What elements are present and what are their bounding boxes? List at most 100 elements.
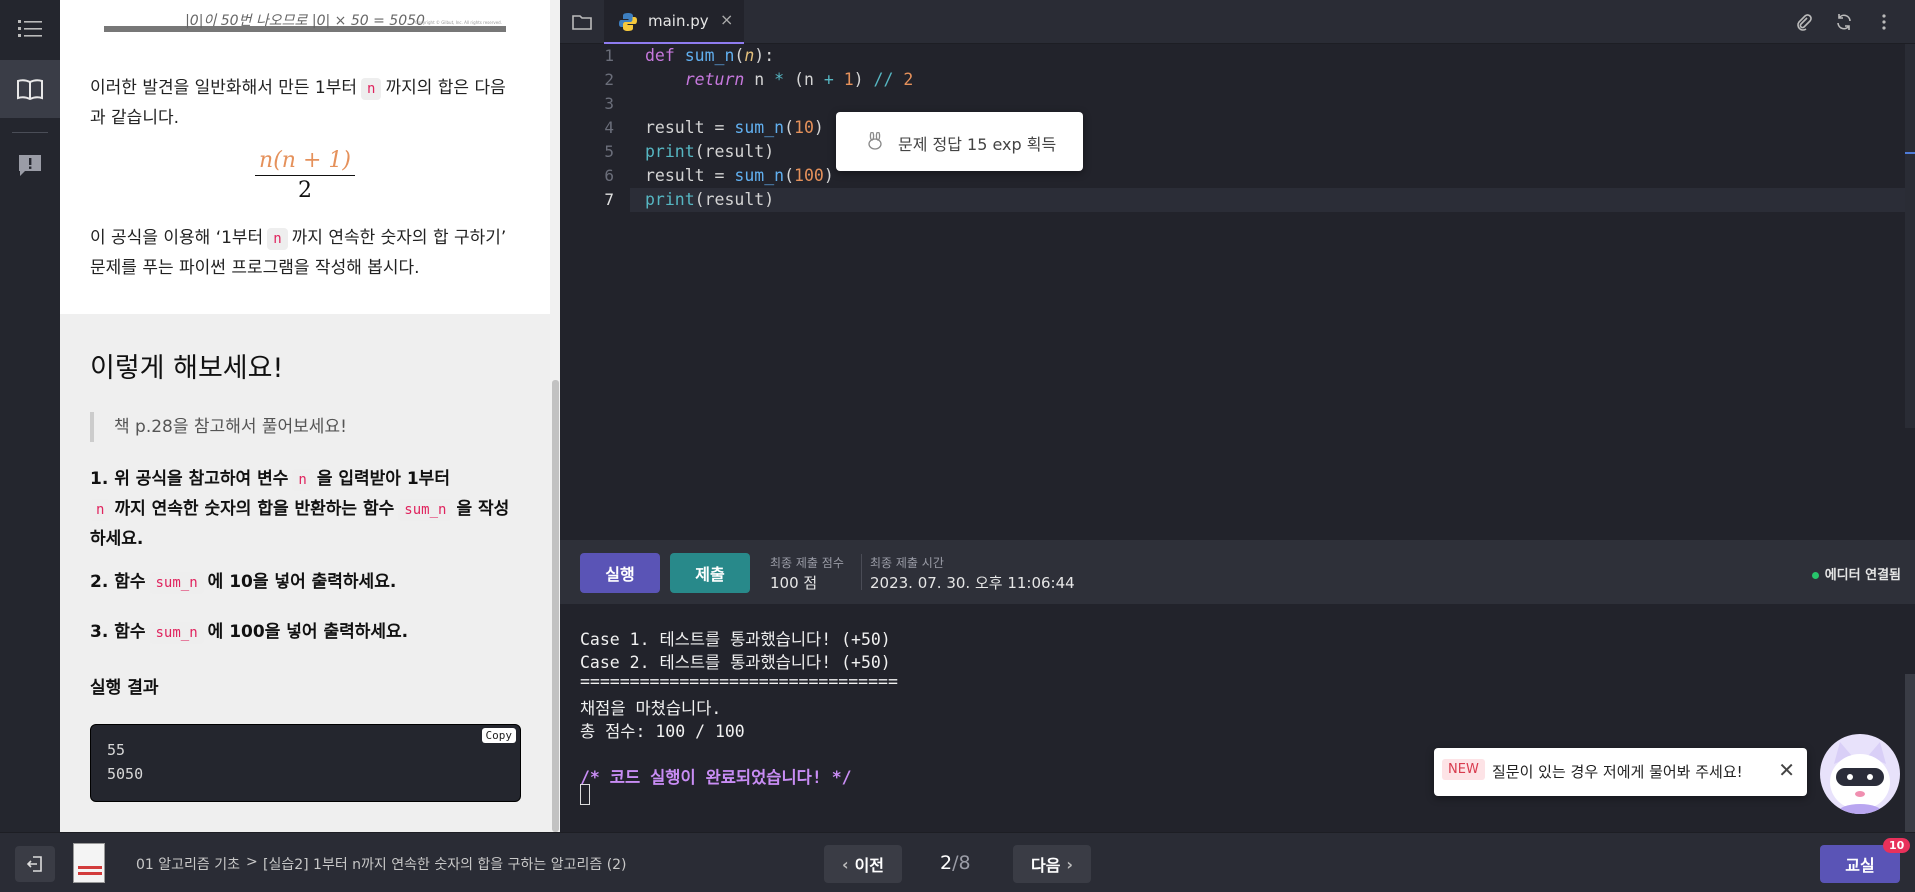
breadcrumb-separator: >: [246, 854, 258, 870]
submit-time-label: 최종 제출 시간: [870, 556, 944, 570]
console-scrollbar[interactable]: [1905, 674, 1915, 832]
python-icon: [618, 12, 638, 36]
console-line: 채점을 마쳤습니다.: [580, 699, 722, 718]
chevron-left-icon: ‹: [841, 854, 849, 874]
book-cover-thumbnail: [73, 843, 105, 883]
assistant-chat-bubble[interactable]: NEW 질문이 있는 경우 저에게 물어봐 주세요! ✕: [1434, 748, 1807, 796]
book-icon[interactable]: [0, 60, 60, 118]
formula-denominator: 2: [298, 178, 312, 203]
console-line: Case 1. 테스트를 통과했습니다! (+50): [580, 630, 891, 649]
result-output-box: Copy 55 5050: [90, 724, 521, 802]
prev-button[interactable]: ‹ 이전: [824, 845, 902, 883]
score-label: 최종 제출 점수: [770, 556, 844, 570]
notification-badge: 10: [1883, 838, 1911, 853]
input-caret[interactable]: [580, 784, 590, 805]
task-2: 2. 함수 sum_n 에 10을 넣어 출력하세요.: [90, 572, 397, 594]
console-line: 총 점수: 100 / 100: [580, 722, 745, 741]
task-1: 1. 위 공식을 참고하여 변수 n 을 입력받아 1부터 n 까지 연속한 숫자의 합…: [90, 469, 510, 549]
output-console[interactable]: Case 1. 테스트를 통과했습니다! (+50) Case 2. 테스트를 …: [560, 604, 1915, 832]
line-number: 3: [604, 94, 614, 113]
lesson-paragraph-2: 이 공식을 이용해 ‘1부터 n 까지 연속한 숫자의 합 구하기’ 문제를 푸는 …: [90, 228, 507, 278]
result-line: 5050: [107, 765, 144, 783]
illustration-copyright: Copyright © Gilbut, Inc. All rights rese…: [415, 20, 502, 25]
result-line: 55: [107, 741, 126, 759]
code-line-2: return n * (n + 1) // 2: [684, 70, 914, 89]
submit-button[interactable]: 제출: [670, 553, 750, 593]
line-number: 2: [604, 70, 614, 89]
illustration-image: |0|이 50번 나오므로 |0| × 50 = 5050 Copyright …: [104, 10, 506, 32]
console-line: Case 2. 테스트를 통과했습니다! (+50): [580, 653, 891, 672]
line-number: 5: [604, 142, 614, 161]
attach-icon[interactable]: [1792, 10, 1816, 34]
lesson-scroll-thumb[interactable]: [552, 380, 559, 832]
refresh-icon[interactable]: [1832, 10, 1856, 34]
try-it-section: 이렇게 해보세요! 책 p.28을 참고해서 풀어보세요! 1. 위 공식을 참…: [60, 314, 550, 832]
toast-text: 문제 정답 15 exp 획득: [898, 135, 1057, 154]
mascot-avatar-icon[interactable]: [1820, 734, 1900, 814]
line-number: 1: [604, 46, 614, 65]
next-button[interactable]: 다음 ›: [1013, 845, 1091, 883]
inline-code-n: n: [267, 228, 288, 250]
console-line: ================================: [580, 672, 898, 691]
toc-icon[interactable]: [0, 0, 60, 58]
lesson-panel: |0|이 50번 나오므로 |0| × 50 = 5050 Copyright …: [60, 0, 560, 832]
rabbit-icon: [866, 131, 884, 154]
close-icon[interactable]: ✕: [1778, 758, 1795, 782]
line-number: 6: [604, 166, 614, 185]
inline-code-n: n: [292, 469, 313, 491]
current-line-highlight: [630, 188, 1905, 212]
folder-icon[interactable]: [560, 0, 604, 44]
code-line-7: print(result): [645, 190, 775, 209]
editor-scrollbar[interactable]: [1905, 44, 1915, 428]
inline-code-sum-n: sum_n: [149, 572, 204, 594]
new-badge: NEW: [1442, 759, 1485, 780]
chat-prompt-text: 질문이 있는 경우 저에게 물어봐 주세요!: [1492, 763, 1743, 781]
code-editor[interactable]: 1 2 3 4 5 6 7 def sum_n(n): return n * (…: [560, 44, 1915, 540]
page-total: /8: [952, 852, 971, 874]
lesson-scrollbar[interactable]: [550, 0, 560, 832]
try-it-title: 이렇게 해보세요!: [90, 353, 284, 384]
line-number: 7: [604, 190, 614, 209]
scroll-marker: [1905, 152, 1915, 154]
run-toolbar: 실행 제출 최종 제출 점수 100 점 최종 제출 시간 2023. 07. …: [560, 540, 1915, 604]
run-button[interactable]: 실행: [580, 553, 660, 593]
inline-code-sum-n: sum_n: [398, 499, 453, 521]
illustration-caption: |0|이 50번 나오므로 |0| × 50 = 5050: [185, 13, 425, 29]
breadcrumb-lesson[interactable]: [실습2] 1부터 n까지 연속한 숫자의 합을 구하는 알고리즘 (2): [263, 854, 627, 874]
sum-formula: n(n + 1) 2: [60, 148, 550, 203]
copy-button[interactable]: Copy: [481, 728, 516, 743]
close-icon[interactable]: ×: [720, 10, 733, 29]
breadcrumb-chapter[interactable]: 01 알고리즘 기초: [136, 854, 240, 874]
editor-status: 에디터 연결됨: [1811, 564, 1901, 583]
code-line-5: print(result): [645, 142, 775, 161]
feedback-icon[interactable]: [0, 136, 60, 194]
formula-numerator: n(n + 1): [255, 148, 355, 176]
meta-divider: [861, 554, 862, 590]
footer-bar: 01 알고리즘 기초 > [실습2] 1부터 n까지 연속한 숫자의 합을 구하…: [0, 832, 1915, 892]
hint-quote: 책 p.28을 참고해서 풀어보세요!: [90, 412, 347, 442]
code-line-1: def sum_n(n):: [645, 46, 775, 65]
task-3: 3. 함수 sum_n 에 100을 넣어 출력하세요.: [90, 622, 409, 644]
page-indicator: 2/8: [940, 852, 971, 874]
exit-icon: [26, 856, 42, 872]
code-line-4: result = sum_n(10): [645, 118, 824, 137]
page-current: 2: [940, 852, 953, 874]
line-number: 4: [604, 118, 614, 137]
chevron-right-icon: ›: [1066, 854, 1074, 874]
submit-time-value: 2023. 07. 30. 오후 11:06:44: [870, 574, 1075, 592]
result-label: 실행 결과: [90, 678, 159, 698]
tab-label: main.py: [648, 12, 709, 30]
editor-tabbar: main.py ×: [560, 0, 1915, 44]
more-menu-icon[interactable]: [1872, 10, 1896, 34]
status-dot-icon: [1811, 572, 1819, 579]
exit-button[interactable]: [15, 846, 55, 882]
inline-code-n: n: [361, 78, 382, 100]
left-rail: [0, 0, 60, 832]
lesson-paragraph-1: 이러한 발견을 일반화해서 만든 1부터 n 까지의 합은 다음과 같습니다.: [90, 78, 506, 128]
inline-code-n: n: [90, 499, 111, 521]
exp-toast: 문제 정답 15 exp 획득: [836, 112, 1083, 171]
rail-divider: [12, 132, 48, 133]
console-done-message: /* 코드 실행이 완료되었습니다! */: [580, 768, 852, 787]
inline-code-sum-n: sum_n: [149, 622, 204, 644]
tab-main-py[interactable]: main.py ×: [604, 0, 744, 44]
